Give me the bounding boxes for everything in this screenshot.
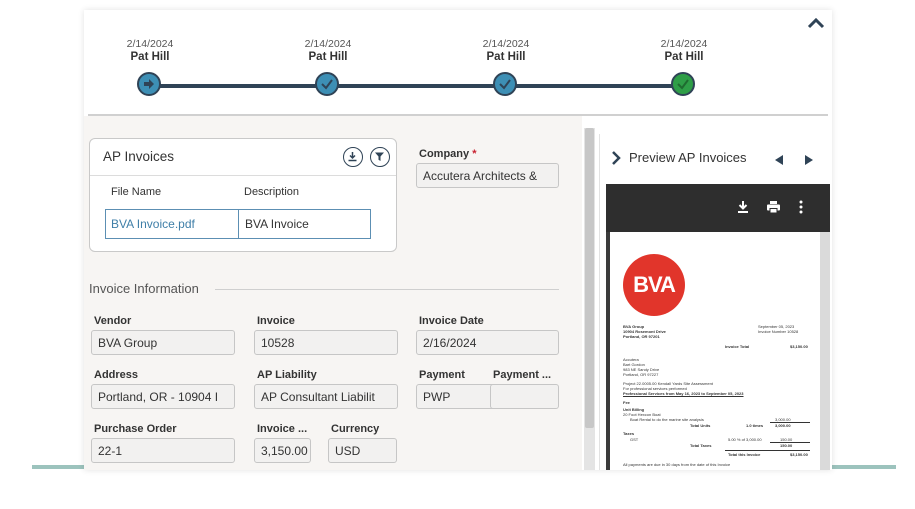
step-date: 2/14/2024 — [482, 38, 530, 50]
step-approver: Pat Hill — [130, 51, 170, 63]
step-1[interactable]: 2/14/2024 Pat Hill — [100, 38, 200, 96]
chevron-right-icon[interactable] — [610, 150, 622, 166]
stepper-track — [149, 84, 682, 88]
previous-arrow-icon[interactable] — [773, 154, 785, 166]
doc-total-taxes-amount: 150.00 — [780, 443, 793, 448]
checkmark-icon — [493, 72, 517, 96]
doc-to-line: Portland, OR 97227 — [623, 372, 659, 377]
invoice-label: Invoice — [257, 315, 295, 327]
pdf-toolbar — [606, 184, 830, 232]
scrollbar-thumb[interactable] — [585, 128, 594, 428]
company-field[interactable]: Accutera Architects & — [416, 163, 559, 188]
payment-2-label: Payment ... — [493, 369, 552, 381]
ap-liability-label: AP Liability — [257, 369, 317, 381]
section-divider — [215, 289, 559, 290]
currency-field[interactable]: USD — [328, 438, 397, 463]
doc-total-invoice-amount: $3,150.00 — [790, 452, 808, 457]
doc-fee-label: Fee — [623, 400, 630, 405]
doc-total-invoice: Total this Invoice — [728, 452, 761, 457]
ap-liability-field[interactable]: AP Consultant Liabilit — [254, 384, 398, 409]
step-4[interactable]: 2/14/2024 Pat Hill — [634, 38, 734, 96]
checkmark-icon — [315, 72, 339, 96]
preview-title: Preview AP Invoices — [629, 150, 747, 165]
file-description: BVA Invoice — [245, 217, 309, 231]
pdf-viewer: BVA BVA Group 10904 Rosemont Drive Portl… — [606, 184, 830, 470]
invoice-form: AP Invoices File Name Description BVA In… — [84, 116, 582, 470]
payment-field[interactable]: PWP — [416, 384, 497, 409]
vendor-label: Vendor — [94, 315, 132, 327]
doc-footer: All payments are due in 30 days from the… — [623, 462, 731, 467]
form-scrollbar[interactable] — [584, 128, 595, 470]
step-3[interactable]: 2/14/2024 Pat Hill — [456, 38, 556, 96]
next-arrow-icon[interactable] — [803, 154, 815, 166]
doc-rule — [725, 450, 810, 451]
cell-separator — [238, 210, 239, 238]
step-date: 2/14/2024 — [304, 38, 352, 50]
forward-arrow-icon — [137, 72, 161, 96]
currency-label: Currency — [331, 423, 380, 435]
company-label: Company * — [419, 148, 477, 160]
step-approver: Pat Hill — [664, 51, 704, 63]
download-icon[interactable] — [736, 200, 750, 214]
doc-from-line: Portland, OR 97201 — [623, 334, 660, 339]
invoice-field[interactable]: 10528 — [254, 330, 398, 355]
doc-invoice-total-label: Invoice Total — [725, 344, 750, 349]
doc-unit-desc: Boat Rental to do the marine site analys… — [630, 417, 704, 422]
ap-invoices-header: AP Invoices — [90, 139, 396, 176]
pdf-page: BVA BVA Group 10904 Rosemont Drive Portl… — [610, 232, 820, 470]
ap-invoices-title: AP Invoices — [103, 149, 175, 164]
payment-2-field[interactable] — [490, 384, 559, 409]
doc-period-line: Professional Services from May 16, 2023 … — [623, 391, 744, 396]
address-label: Address — [94, 369, 139, 381]
purchase-order-field[interactable]: 22-1 — [91, 438, 235, 463]
column-header-description[interactable]: Description — [244, 186, 299, 198]
approval-stepper: 2/14/2024 Pat Hill 2/14/2024 Pat Hill 2/… — [84, 10, 832, 114]
doc-gst: GST — [630, 437, 639, 442]
step-approver: Pat Hill — [486, 51, 526, 63]
invoice-information-heading: Invoice Information — [89, 281, 199, 296]
table-row[interactable]: BVA Invoice.pdf BVA Invoice — [105, 209, 371, 239]
payment-label: Payment — [419, 369, 465, 381]
doc-total-units: Total Units — [690, 423, 711, 428]
more-options-icon[interactable] — [798, 200, 804, 214]
column-header-file-name[interactable]: File Name — [111, 186, 161, 198]
invoice-date-field[interactable]: 2/16/2024 — [416, 330, 559, 355]
filter-icon[interactable] — [370, 147, 390, 167]
ap-invoices-panel: AP Invoices File Name Description BVA In… — [89, 138, 397, 252]
step-2[interactable]: 2/14/2024 Pat Hill — [278, 38, 378, 96]
pdf-scrollbar[interactable] — [820, 232, 830, 470]
required-marker: * — [472, 148, 477, 160]
download-icon[interactable] — [343, 147, 363, 167]
doc-taxes: Taxes — [623, 431, 635, 436]
purchase-order-label: Purchase Order — [94, 423, 177, 435]
file-name-link[interactable]: BVA Invoice.pdf — [111, 217, 195, 231]
invoice-amount-field[interactable]: 3,150.00 — [254, 438, 311, 463]
bva-logo: BVA — [623, 254, 685, 316]
doc-amount: 3,000.00 — [775, 423, 791, 428]
doc-invoice-total: $3,150.00 — [790, 344, 808, 349]
doc-gst-rate: 5.00 % of 3,000.00 — [728, 437, 762, 442]
step-date: 2/14/2024 — [126, 38, 174, 50]
preview-panel: Preview AP Invoices BVA BVA Group 10904 … — [599, 134, 830, 470]
doc-total-taxes: Total Taxes — [690, 443, 712, 448]
step-date: 2/14/2024 — [660, 38, 708, 50]
invoice-approval-card: 2/14/2024 Pat Hill 2/14/2024 Pat Hill 2/… — [84, 10, 832, 470]
step-approver: Pat Hill — [308, 51, 348, 63]
vendor-field[interactable]: BVA Group — [91, 330, 235, 355]
doc-times: 1.0 times — [746, 423, 764, 428]
invoice-date-label: Invoice Date — [419, 315, 484, 327]
doc-invoice-number: Invoice Number 10528 — [758, 329, 799, 334]
print-icon[interactable] — [766, 200, 781, 214]
address-field[interactable]: Portland, OR - 10904 I — [91, 384, 235, 409]
invoice-amount-label: Invoice ... — [257, 423, 308, 435]
checkmark-icon — [671, 72, 695, 96]
